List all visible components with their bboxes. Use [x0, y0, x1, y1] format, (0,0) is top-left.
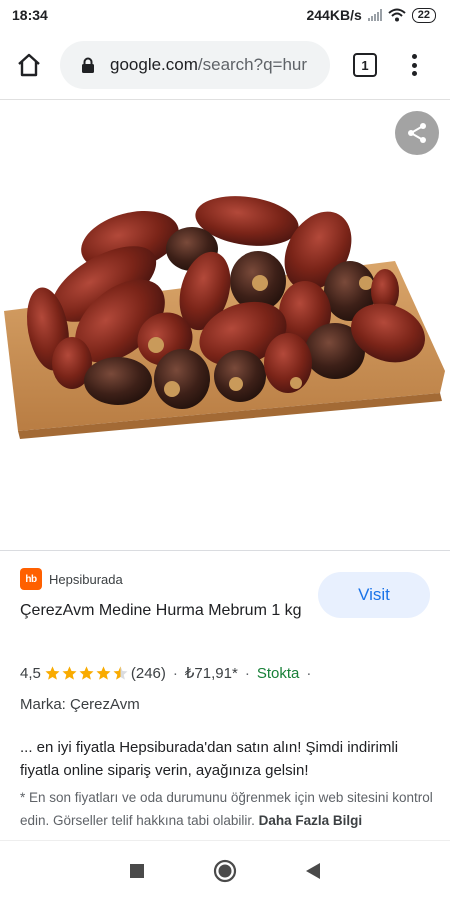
lock-icon	[82, 57, 94, 73]
visit-button[interactable]: Visit	[318, 572, 430, 618]
star-icon	[96, 666, 111, 680]
product-image	[4, 196, 445, 439]
status-time: 18:34	[12, 7, 48, 23]
star-icon	[45, 666, 60, 680]
wifi-icon	[388, 8, 406, 22]
result-description: ... en iyi fiyatla Hepsiburada'dan satın…	[20, 739, 399, 779]
separator-dot: ·	[306, 664, 312, 682]
disclaimer-note: * En son fiyatları ve oda durumunu öğren…	[20, 786, 435, 832]
more-info-link[interactable]: Daha Fazla Bilgi	[259, 813, 363, 828]
url-path: /search?q=hur	[197, 55, 308, 74]
more-vert-icon[interactable]	[408, 52, 420, 78]
tab-switcher-icon[interactable]: 1	[353, 53, 377, 77]
battery-icon: 22	[411, 7, 436, 23]
system-nav-bar	[0, 840, 450, 900]
address-bar[interactable]: google.com/search?q=hur	[60, 41, 330, 89]
image-preview[interactable]	[0, 101, 450, 550]
disclaimer-text: * En son fiyatları ve oda durumunu öğren…	[20, 790, 433, 828]
half-star-icon	[113, 666, 128, 680]
review-count: (246)	[130, 664, 166, 682]
network-speed: 244KB/s	[306, 7, 362, 23]
separator-dot: ·	[244, 664, 250, 682]
rating-stars	[44, 665, 129, 681]
price: ₺71,91*	[184, 665, 238, 682]
source-row[interactable]: hb Hepsiburada	[20, 568, 123, 590]
rating-row: 4,5 (246) · ₺71,91* · Stokta ·	[20, 664, 318, 683]
recents-icon[interactable]	[129, 863, 145, 879]
status-bar: 18:34 244KB/s 22	[0, 0, 450, 30]
result-panel: hb Hepsiburada ÇerezAvm Medine Hurma Meb…	[0, 550, 450, 840]
share-button[interactable]	[395, 111, 439, 155]
star-icon	[79, 666, 94, 680]
star-icon	[62, 666, 77, 680]
result-title[interactable]: ÇerezAvm Medine Hurma Mebrum 1 kg	[20, 599, 310, 623]
hepsiburada-logo-icon: hb	[20, 568, 42, 590]
separator-dot: ·	[172, 664, 178, 682]
home-icon[interactable]	[14, 50, 44, 80]
signal-icon	[367, 9, 382, 21]
back-icon[interactable]	[305, 862, 321, 880]
stock-status: Stokta	[256, 664, 300, 682]
browser-toolbar: google.com/search?q=hur 1	[0, 30, 450, 100]
share-icon	[408, 123, 426, 143]
status-indicators: 244KB/s 22	[306, 7, 436, 23]
brand-line: Marka: ÇerezAvm	[20, 696, 140, 713]
home-nav-icon[interactable]	[213, 859, 237, 883]
url-domain: google.com	[110, 55, 198, 74]
source-name: Hepsiburada	[49, 571, 123, 587]
rating-value: 4,5	[20, 664, 41, 682]
url-text: google.com/search?q=hur	[110, 55, 307, 75]
